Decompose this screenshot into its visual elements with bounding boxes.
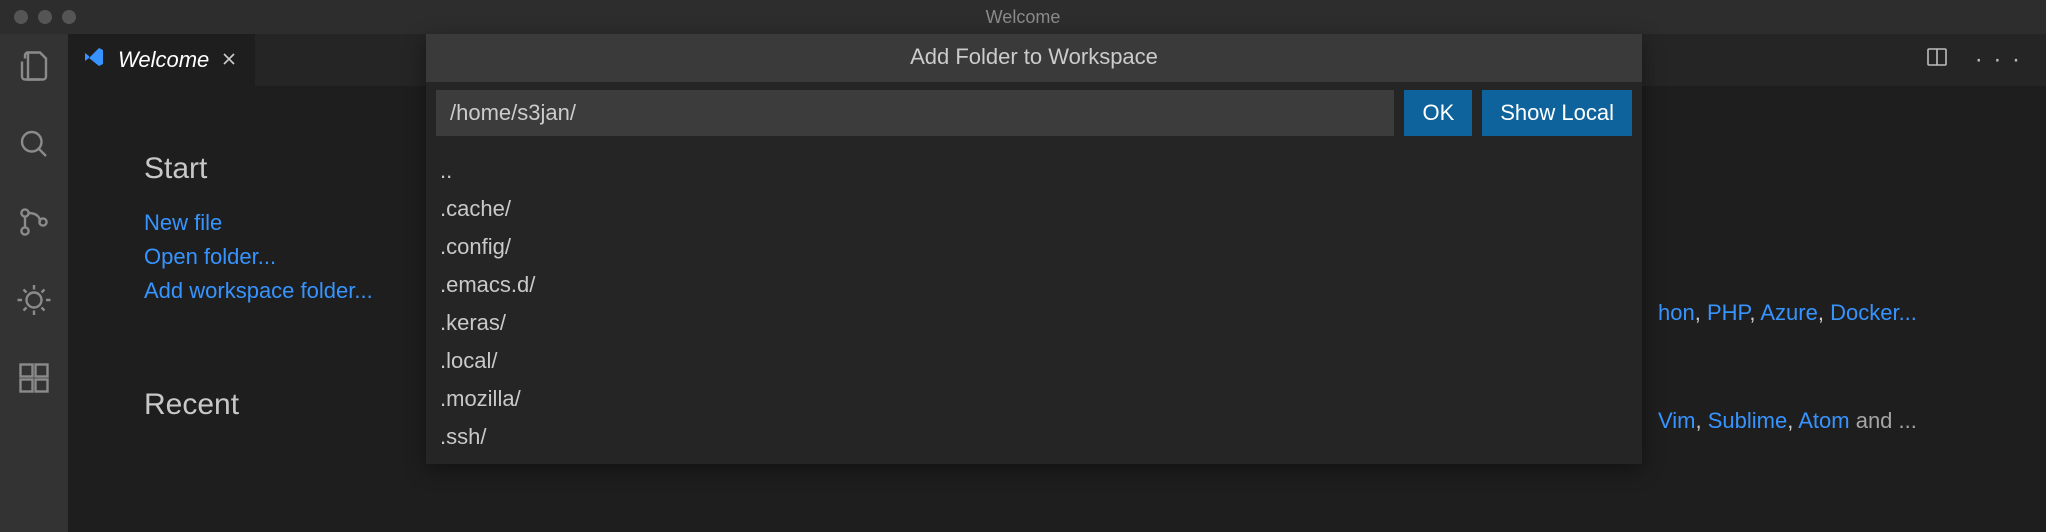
list-item[interactable]: .keras/ [440,304,1628,342]
activity-bar [0,34,68,532]
link-sublime[interactable]: Sublime [1708,408,1787,433]
modal-title: Add Folder to Workspace [426,34,1642,82]
tab-label: Welcome [118,47,209,73]
list-item[interactable]: .local/ [440,342,1628,380]
link-vim[interactable]: Vim [1658,408,1696,433]
window-titlebar: Welcome [0,0,2046,34]
window-traffic-lights [0,10,76,24]
show-local-button[interactable]: Show Local [1482,90,1632,136]
and-more-text: and ... [1850,408,1917,433]
list-item[interactable]: .emacs.d/ [440,266,1628,304]
folder-list: .. .cache/ .config/ .emacs.d/ .keras/ .l… [426,148,1642,456]
list-item[interactable]: .. [440,152,1628,190]
vscode-icon [82,45,106,75]
window-zoom-dot[interactable] [62,10,76,24]
customize-snippet: hon, PHP, Azure, Docker... Vim, Sublime,… [1658,300,2018,434]
explorer-icon[interactable] [16,48,52,90]
list-item[interactable]: .ssh/ [440,418,1628,456]
link-python-partial[interactable]: hon [1658,300,1695,325]
link-azure[interactable]: Azure [1760,300,1817,325]
list-item[interactable]: .cache/ [440,190,1628,228]
link-docker[interactable]: Docker... [1830,300,1917,325]
list-item[interactable]: .config/ [440,228,1628,266]
split-editor-icon[interactable] [1925,45,1949,75]
add-folder-modal: Add Folder to Workspace OK Show Local ..… [426,34,1642,464]
more-actions-icon[interactable]: · · · [1975,46,2022,74]
extensions-icon[interactable] [16,360,52,402]
link-php[interactable]: PHP [1707,300,1749,325]
link-atom[interactable]: Atom [1798,408,1849,433]
window-minimize-dot[interactable] [38,10,52,24]
tab-welcome[interactable]: Welcome [68,34,256,86]
list-item[interactable]: .mozilla/ [440,380,1628,418]
window-close-dot[interactable] [14,10,28,24]
source-control-icon[interactable] [16,204,52,246]
window-title: Welcome [0,7,2046,28]
path-input[interactable] [436,90,1394,136]
search-icon[interactable] [16,126,52,168]
close-icon[interactable] [221,47,237,73]
ok-button[interactable]: OK [1404,90,1472,136]
debug-icon[interactable] [16,282,52,324]
